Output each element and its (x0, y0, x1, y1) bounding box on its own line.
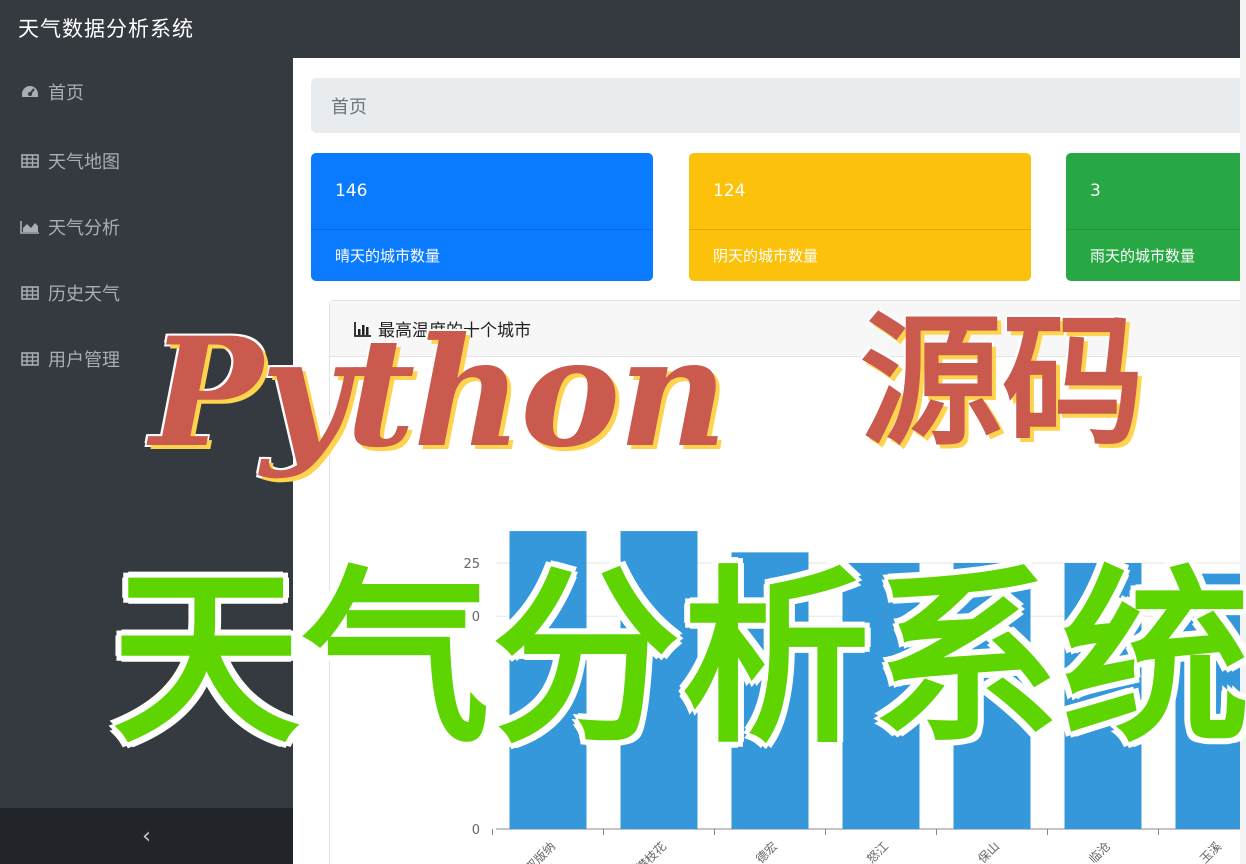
area-chart-icon (20, 219, 40, 235)
overlay-title-python: Python (150, 305, 727, 481)
stat-label: 晴天的城市数量 (311, 229, 653, 281)
sidebar-item-weather-analysis[interactable]: 天气分析 (0, 194, 293, 260)
x-tick-label: 西双版纳 (514, 839, 558, 864)
table-icon (20, 285, 40, 301)
sidebar-item-label: 天气地图 (48, 152, 120, 173)
x-tick-label: 玉溪 (1197, 839, 1224, 864)
sidebar-item-label: 首页 (48, 83, 84, 104)
stat-value: 124 (713, 181, 746, 201)
x-tick-label: 临沧 (1086, 839, 1114, 864)
y-tick-label: 0 (472, 823, 480, 838)
table-icon (20, 153, 40, 169)
x-tick-label: 攀枝花 (633, 839, 669, 864)
stat-card-rainy[interactable]: 3 雨天的城市数量 (1066, 153, 1240, 281)
sidebar-item-home[interactable]: 首页 (0, 56, 293, 128)
stat-value: 3 (1090, 181, 1101, 201)
x-tick-label: 保山 (975, 839, 1002, 864)
dashboard-icon (20, 84, 40, 100)
sidebar-item-label: 历史天气 (48, 284, 120, 305)
stat-card-cloudy[interactable]: 124 阴天的城市数量 (689, 153, 1031, 281)
stat-card-sunny[interactable]: 146 晴天的城市数量 (311, 153, 653, 281)
sidebar-item-weather-map[interactable]: 天气地图 (0, 128, 293, 194)
breadcrumb: 首页 (311, 78, 1240, 133)
x-tick-label: 德宏 (753, 839, 781, 864)
table-icon (20, 351, 40, 367)
breadcrumb-item[interactable]: 首页 (331, 93, 367, 119)
sidebar-item-label: 用户管理 (48, 350, 120, 371)
top-navbar: 天气数据分析系统 (0, 0, 1240, 56)
overlay-title-system: 天气分析系统 (112, 550, 1246, 769)
stat-value: 146 (335, 181, 368, 201)
sidebar-item-label: 天气分析 (48, 218, 120, 239)
screenshot: 天气数据分析系统 首页 天气地图 天气分析 历史天气 用户管理 ‹ 首页 146… (0, 0, 1246, 864)
stat-label: 雨天的城市数量 (1066, 229, 1240, 281)
x-tick-label: 怒江 (864, 839, 892, 864)
chevron-left-icon: ‹ (142, 823, 151, 849)
app-title[interactable]: 天气数据分析系统 (18, 13, 194, 43)
overlay-title-source: 源码 (860, 300, 1144, 465)
sidebar-collapse-button[interactable]: ‹ (0, 808, 293, 864)
stat-label: 阴天的城市数量 (689, 229, 1031, 281)
